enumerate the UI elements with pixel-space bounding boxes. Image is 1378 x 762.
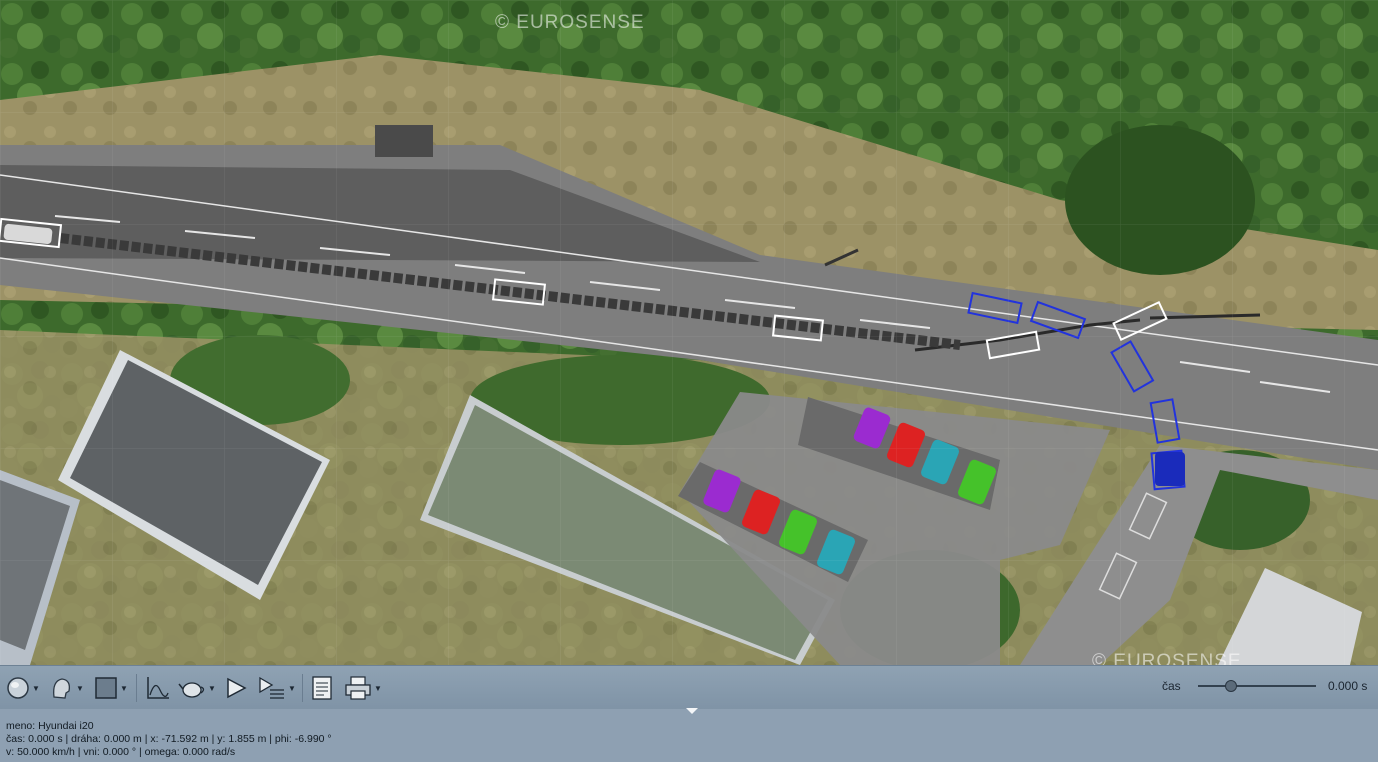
teapot-icon [178, 682, 205, 698]
play-list-icon [259, 676, 284, 699]
view-head-button[interactable]: ▼ [48, 672, 84, 704]
info-vehicle-name: meno: Hyundai i20 [6, 720, 94, 732]
time-slider[interactable] [1198, 680, 1316, 692]
info-panel: meno: Hyundai i20 čas: 0.000 s | dráha: … [0, 715, 1378, 762]
play-icon [227, 677, 247, 699]
teapot-button[interactable]: ▼ [178, 672, 216, 704]
sphere-icon [7, 677, 29, 699]
graph-button[interactable] [145, 672, 171, 704]
report-icon [312, 676, 332, 700]
watermark-bottom: © EUROSENSE [1092, 651, 1242, 665]
play-list-button[interactable]: ▼ [258, 672, 296, 704]
head-icon [53, 678, 70, 699]
info-position: čas: 0.000 s | dráha: 0.000 m | x: -71.5… [6, 733, 332, 745]
graph-icon [147, 677, 169, 699]
print-button[interactable]: ▼ [344, 672, 382, 704]
play-button[interactable] [224, 672, 248, 704]
watermark-top: © EUROSENSE [495, 12, 645, 33]
report-button[interactable] [311, 672, 333, 704]
time-slider-knob[interactable] [1225, 680, 1238, 692]
printer-icon [345, 676, 371, 700]
toolbar-separator [136, 674, 137, 702]
view-rect-button[interactable]: ▼ [94, 672, 128, 704]
view-sphere-button[interactable]: ▼ [6, 672, 40, 704]
toolbar-separator [302, 674, 303, 702]
scene-canvas[interactable] [0, 0, 1378, 665]
rectangle-icon [95, 677, 117, 699]
scene-viewport[interactable]: © EUROSENSE © EUROSENSE [0, 0, 1378, 665]
collapse-arrow-icon[interactable] [686, 708, 698, 714]
time-value: 0.000 s [1328, 679, 1368, 693]
scene-grid [0, 0, 1378, 665]
time-label: čas [1162, 679, 1181, 693]
info-velocity: v: 50.000 km/h | vni: 0.000 ° | omega: 0… [6, 746, 236, 758]
